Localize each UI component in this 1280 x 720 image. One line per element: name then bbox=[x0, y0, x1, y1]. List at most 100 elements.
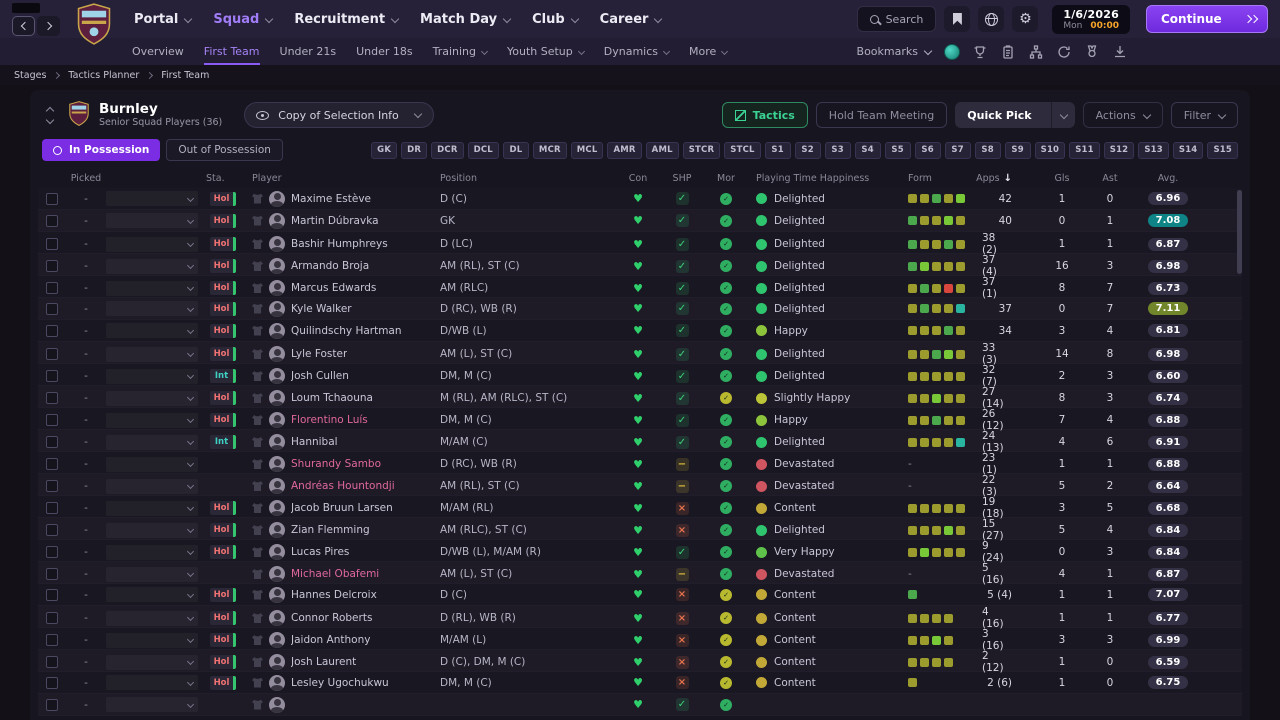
player-name[interactable]: Michael Obafemi bbox=[291, 568, 379, 580]
view-selector-dropdown[interactable]: Copy of Selection Info bbox=[244, 102, 434, 128]
status-dropdown[interactable] bbox=[106, 544, 198, 560]
row-checkbox[interactable] bbox=[46, 524, 58, 536]
table-row[interactable]: - Hol Connor Roberts D (RL), WB (R) ♥ × … bbox=[38, 606, 1242, 630]
position-slot[interactable]: DR bbox=[401, 141, 428, 159]
player-name[interactable]: Hannibal bbox=[291, 436, 338, 448]
col-picked[interactable]: Picked bbox=[66, 173, 106, 184]
position-slot[interactable]: S11 bbox=[1069, 141, 1100, 159]
status-dropdown[interactable] bbox=[106, 587, 198, 602]
row-checkbox[interactable] bbox=[46, 414, 58, 426]
status-dropdown[interactable] bbox=[106, 654, 198, 670]
position-slot[interactable]: S1 bbox=[764, 141, 791, 159]
player-name[interactable]: Loum Tchaouna bbox=[291, 392, 373, 404]
row-checkbox[interactable] bbox=[46, 302, 58, 315]
topbar-menu-item[interactable]: Match Day bbox=[420, 12, 510, 27]
row-checkbox[interactable] bbox=[46, 676, 58, 689]
player-name[interactable]: Lyle Foster bbox=[291, 348, 347, 360]
row-checkbox[interactable] bbox=[46, 588, 58, 601]
col-con[interactable]: Con bbox=[616, 173, 660, 184]
chevron-down-icon[interactable] bbox=[46, 117, 55, 124]
player-name[interactable]: Kyle Walker bbox=[291, 303, 352, 315]
table-row[interactable]: - Andréas Hountondji AM (RL), ST (C) ♥ −… bbox=[38, 474, 1242, 498]
download-button[interactable] bbox=[1112, 44, 1128, 60]
player-name[interactable]: Shurandy Sambo bbox=[291, 458, 381, 470]
status-dropdown[interactable] bbox=[106, 522, 198, 538]
table-row[interactable]: - Hol Jacob Bruun Larsen M/AM (RL) ♥ × C… bbox=[38, 496, 1242, 520]
breadcrumb-item[interactable]: First Team bbox=[161, 70, 209, 81]
table-row[interactable]: - Hol Maxime Estève D (C) ♥ ✓ Delighted … bbox=[38, 188, 1242, 210]
col-shp[interactable]: SHP bbox=[660, 173, 704, 184]
status-dropdown[interactable] bbox=[106, 236, 198, 252]
subnav-tab[interactable]: First Team bbox=[203, 38, 260, 65]
status-dropdown[interactable] bbox=[106, 368, 198, 384]
row-checkbox[interactable] bbox=[46, 546, 58, 558]
status-dropdown[interactable] bbox=[106, 478, 198, 494]
col-position[interactable]: Position bbox=[426, 173, 616, 184]
out-of-possession-tab[interactable]: Out of Possession bbox=[166, 139, 283, 161]
subnav-tab[interactable]: Training bbox=[433, 38, 487, 65]
position-slot[interactable]: S13 bbox=[1138, 141, 1169, 159]
table-row[interactable]: - Int Josh Cullen DM, M (C) ♥ ✓ Delighte… bbox=[38, 364, 1242, 388]
player-name[interactable]: Armando Broja bbox=[291, 260, 369, 272]
back-button[interactable] bbox=[12, 15, 35, 36]
status-dropdown[interactable] bbox=[106, 456, 198, 472]
topbar-menu-item[interactable]: Portal bbox=[134, 12, 191, 27]
table-row[interactable]: - Shurandy Sambo D (RC), WB (R) ♥ − Deva… bbox=[38, 452, 1242, 476]
status-dropdown[interactable] bbox=[106, 191, 198, 206]
position-slot[interactable]: S8 bbox=[974, 141, 1001, 159]
table-row[interactable]: - Hol Armando Broja AM (RL), ST (C) ♥ ✓ … bbox=[38, 254, 1242, 278]
col-happiness[interactable]: Playing Time Happiness bbox=[748, 173, 898, 184]
status-dropdown[interactable] bbox=[106, 323, 198, 338]
col-gls[interactable]: Gls bbox=[1038, 173, 1086, 184]
position-slot[interactable]: S2 bbox=[794, 141, 821, 159]
player-name[interactable]: Zian Flemming bbox=[291, 524, 370, 536]
player-name[interactable]: Connor Roberts bbox=[291, 612, 372, 624]
table-row[interactable]: - Hol Martin Dúbravka GK ♥ ✓ Delighted 4… bbox=[38, 210, 1242, 232]
player-name[interactable]: Josh Cullen bbox=[291, 370, 349, 382]
status-dropdown[interactable] bbox=[106, 610, 198, 626]
table-row[interactable]: - Hol Lyle Foster AM (L), ST (C) ♥ ✓ Del… bbox=[38, 342, 1242, 366]
col-form[interactable]: Form bbox=[898, 173, 982, 184]
date-widget[interactable]: 1/6/2026 Mon 00:00 bbox=[1052, 4, 1130, 34]
player-name[interactable]: Lucas Pires bbox=[291, 546, 349, 558]
table-row[interactable]: - ♥ ✓ bbox=[38, 694, 1242, 716]
settings-button[interactable]: ⚙ bbox=[1012, 6, 1039, 32]
position-slot[interactable]: MCL bbox=[570, 141, 604, 159]
player-name[interactable]: Florentino Luís bbox=[291, 414, 368, 426]
table-row[interactable]: - Hol Bashir Humphreys D (LC) ♥ ✓ Deligh… bbox=[38, 232, 1242, 256]
row-checkbox[interactable] bbox=[46, 568, 58, 580]
row-checkbox[interactable] bbox=[46, 238, 58, 250]
player-name[interactable]: Jacob Bruun Larsen bbox=[291, 502, 393, 514]
row-checkbox[interactable] bbox=[46, 282, 58, 294]
row-checkbox[interactable] bbox=[46, 214, 58, 227]
table-row[interactable]: - Hol Kyle Walker D (RC), WB (R) ♥ ✓ Del… bbox=[38, 298, 1242, 320]
filter-dropdown[interactable]: Filter bbox=[1170, 102, 1238, 128]
topbar-menu-item[interactable]: Club bbox=[532, 12, 578, 27]
position-slot[interactable]: DCR bbox=[431, 141, 464, 159]
position-slot[interactable]: DL bbox=[502, 141, 529, 159]
col-sta[interactable]: Sta. bbox=[206, 173, 250, 184]
topbar-menu-item[interactable]: Recruitment bbox=[294, 12, 398, 27]
row-checkbox[interactable] bbox=[46, 656, 58, 668]
org-chart-button[interactable] bbox=[1028, 44, 1044, 60]
position-slot[interactable]: AML bbox=[645, 141, 679, 159]
position-slot[interactable]: S15 bbox=[1207, 141, 1238, 159]
row-checkbox[interactable] bbox=[46, 348, 58, 360]
status-dropdown[interactable] bbox=[106, 566, 198, 582]
actions-dropdown[interactable]: Actions bbox=[1082, 102, 1163, 128]
position-slot[interactable]: MCR bbox=[532, 141, 567, 159]
position-slot[interactable]: S10 bbox=[1034, 141, 1066, 159]
topbar-menu-item[interactable]: Career bbox=[600, 12, 662, 27]
club-crest[interactable] bbox=[76, 3, 112, 45]
player-name[interactable]: Hannes Delcroix bbox=[291, 589, 377, 601]
status-dropdown[interactable] bbox=[106, 301, 198, 316]
award-button[interactable] bbox=[1084, 44, 1100, 60]
clipboard-button[interactable] bbox=[1000, 44, 1016, 60]
row-checkbox[interactable] bbox=[46, 458, 58, 470]
breadcrumb-item[interactable]: Tactics Planner bbox=[68, 70, 153, 81]
row-checkbox[interactable] bbox=[46, 370, 58, 382]
position-slot[interactable]: STCR bbox=[682, 141, 721, 159]
row-checkbox[interactable] bbox=[46, 698, 58, 711]
forward-button[interactable] bbox=[37, 15, 60, 36]
table-row[interactable]: - Hol Hannes Delcroix D (C) ♥ × Content … bbox=[38, 584, 1242, 606]
